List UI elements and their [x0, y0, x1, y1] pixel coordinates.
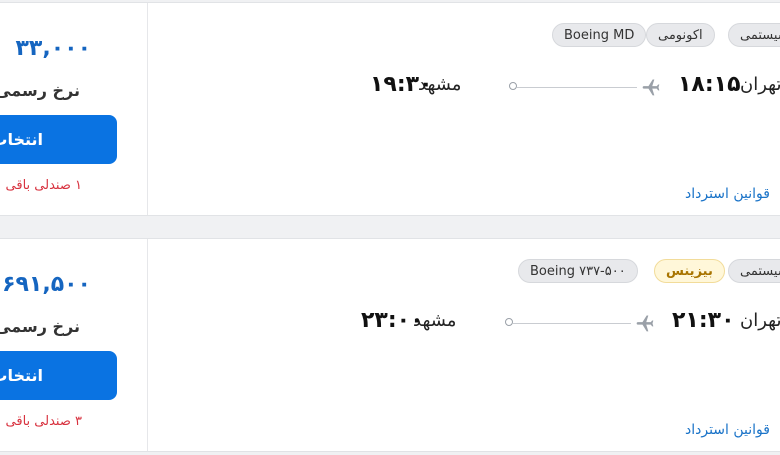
route-line [517, 87, 637, 88]
badge-aircraft: Boeing MD [552, 23, 647, 47]
price-label: نرخ رسمی [0, 81, 80, 100]
seats-remaining: ۱ صندلی باقی [5, 178, 82, 193]
route-line [513, 323, 631, 324]
badge-system: سیستمی [728, 23, 780, 47]
arrival-time: ۲۳:۰۰ [361, 308, 424, 333]
origin-city: تهران [740, 74, 780, 95]
departure-time: ۱۸:۱۵ [678, 72, 741, 97]
select-button[interactable]: انتخاب [0, 115, 117, 164]
refund-rules-link[interactable]: قوانین استرداد [685, 186, 770, 202]
price: ۳۳,۰۰۰ [15, 36, 91, 61]
refund-rules-link[interactable]: قوانین استرداد [685, 422, 770, 438]
departure-time: ۲۱:۳۰ [672, 308, 735, 333]
destination-dot-icon [509, 82, 517, 90]
card-divider [147, 239, 148, 451]
flight-card: ۳۳,۰۰۰ نرخ رسمی انتخاب ۱ صندلی باقی سیست… [0, 2, 780, 216]
flight-card: ۶۹۱,۵۰۰ نرخ رسمی انتخاب ۳ صندلی باقی سیس… [0, 238, 780, 452]
seats-remaining: ۳ صندلی باقی [5, 414, 82, 429]
card-divider [147, 3, 148, 215]
badge-aircraft: Boeing ۷۳۷-۵۰۰ [518, 259, 638, 283]
airplane-icon [636, 315, 654, 332]
price: ۶۹۱,۵۰۰ [2, 272, 91, 297]
badge-system: سیستمی [728, 259, 780, 283]
arrival-time: ۱۹:۳۰ [370, 72, 433, 97]
origin-city: تهران [740, 310, 780, 331]
badge-class: بیزینس [654, 259, 725, 283]
price-label: نرخ رسمی [0, 317, 80, 336]
destination-dot-icon [505, 318, 513, 326]
select-button[interactable]: انتخاب [0, 351, 117, 400]
airplane-icon [642, 79, 660, 96]
badge-class: اکونومی [646, 23, 715, 47]
